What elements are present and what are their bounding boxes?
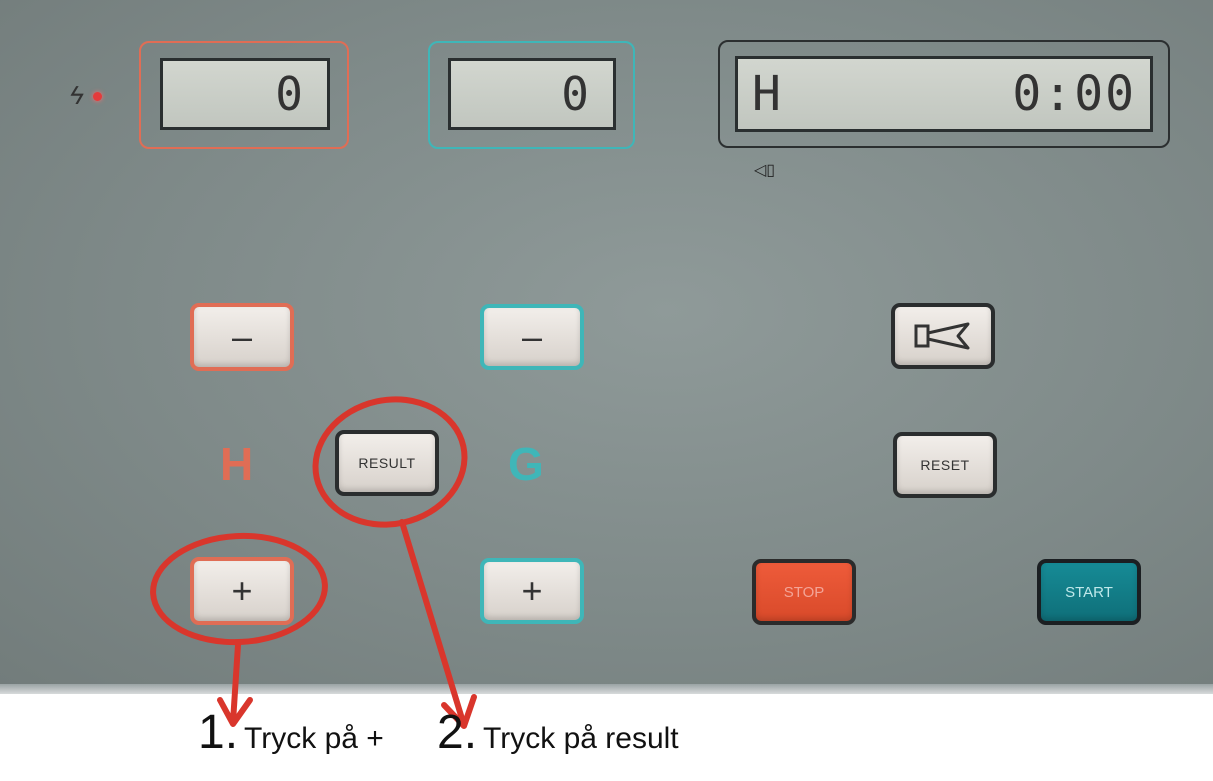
instruction-step-2: 2. Tryck på result	[437, 705, 679, 760]
step-1-number: 1.	[198, 706, 239, 759]
step-1-text: Tryck på +	[244, 722, 384, 755]
instruction-arrows	[217, 519, 477, 729]
step-2-number: 2.	[437, 706, 478, 759]
step-2-text: Tryck på result	[483, 722, 679, 755]
instruction-step-1: 1. Tryck på +	[198, 705, 384, 760]
